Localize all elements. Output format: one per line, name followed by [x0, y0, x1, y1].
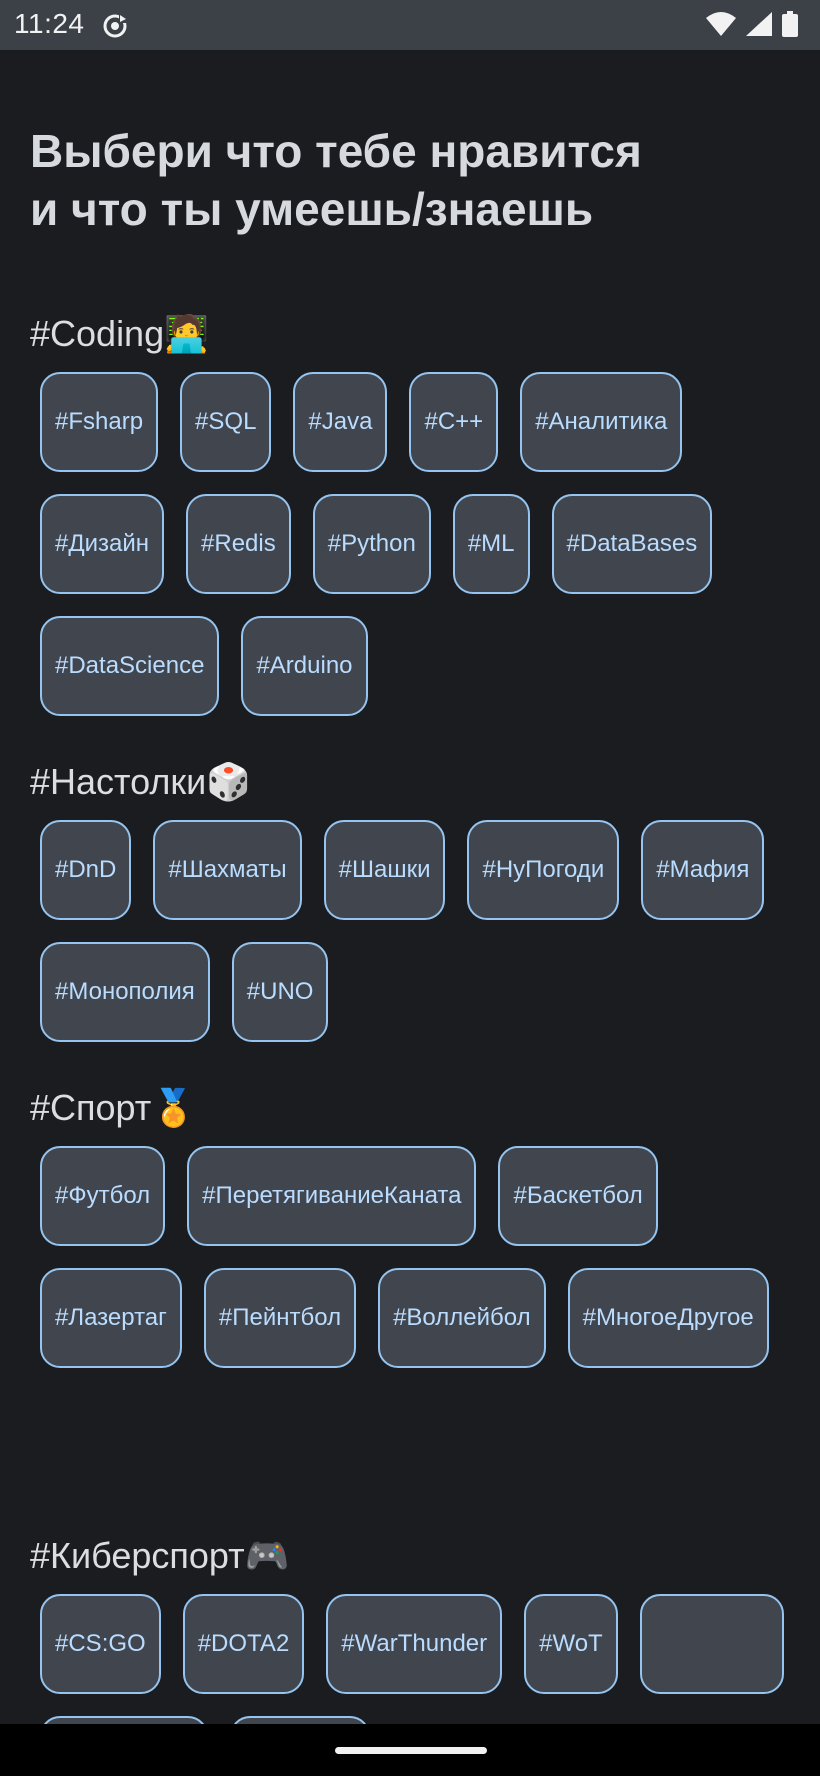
- tag-chip[interactable]: #ПеретягиваниеКаната: [187, 1146, 477, 1246]
- tag-list-board-games: #DnD #Шахматы #Шашки #НуПогоди #Мафия #М…: [40, 820, 800, 1042]
- tag-chip[interactable]: #Пейнтбол: [203, 1268, 357, 1368]
- tag-chip[interactable]: #WoT: [524, 1594, 618, 1694]
- tag-chip[interactable]: #Шашки: [323, 820, 446, 920]
- status-time: 11:24: [14, 8, 85, 39]
- tag-chip[interactable]: #Аналитика: [520, 372, 683, 472]
- navigation-bar: [0, 1724, 820, 1776]
- tag-chip[interactable]: #SQL: [180, 372, 272, 472]
- tag-chip[interactable]: #Баскетбол: [498, 1146, 658, 1246]
- tag-chip[interactable]: #Монополия: [40, 942, 210, 1042]
- tag-list-coding: #Fsharp #SQL #Java #C++ #Аналитика #Диза…: [40, 372, 800, 716]
- section-title-coding: #Coding🧑‍💻: [30, 313, 209, 354]
- status-bar: 11:24: [0, 0, 820, 50]
- tag-list-sport: #Футбол #ПеретягиваниеКаната #Баскетбол …: [40, 1146, 800, 1368]
- tag-chip[interactable]: #C++: [409, 372, 499, 472]
- tag-chip[interactable]: #Fsharp: [40, 372, 159, 472]
- section-title-esports: #Киберспорт🎮: [30, 1535, 290, 1576]
- tag-chip[interactable]: #ML: [452, 494, 530, 594]
- tag-chip-offscreen[interactable]: [40, 1716, 208, 1724]
- battery-icon: [782, 11, 798, 37]
- section-title-sport: #Спорт🏅: [30, 1087, 197, 1128]
- tag-chip[interactable]: #Python: [312, 494, 431, 594]
- tag-chip[interactable]: #DataBases: [551, 494, 713, 594]
- tag-chip-offscreen[interactable]: [639, 1594, 784, 1694]
- tag-chip[interactable]: #Воллейбол: [378, 1268, 546, 1368]
- tag-chip[interactable]: #UNO: [231, 942, 329, 1042]
- tag-chip[interactable]: #DOTA2: [182, 1594, 305, 1694]
- tag-chip[interactable]: #Лазертаг: [40, 1268, 182, 1368]
- tag-chip-offscreen[interactable]: [230, 1716, 370, 1724]
- tag-list-esports: #CS:GO #DOTA2 #WarThunder #WoT: [40, 1594, 800, 1724]
- sync-icon: [103, 14, 128, 38]
- signal-icon: [746, 12, 772, 36]
- tag-chip[interactable]: #DnD: [40, 820, 132, 920]
- tag-chip[interactable]: #Мафия: [641, 820, 765, 920]
- tag-chip[interactable]: #Arduino: [241, 616, 368, 716]
- tag-chip[interactable]: #CS:GO: [40, 1594, 161, 1694]
- tag-chip[interactable]: #DataScience: [40, 616, 220, 716]
- tag-chip[interactable]: #WarThunder: [326, 1594, 503, 1694]
- home-gesture-handle[interactable]: [335, 1747, 487, 1754]
- scroll-content[interactable]: Выбери что тебе нравится и что ты умеешь…: [0, 50, 820, 1724]
- tag-chip[interactable]: #Java: [293, 372, 388, 472]
- tag-chip[interactable]: #Шахматы: [153, 820, 302, 920]
- page-title: Выбери что тебе нравится и что ты умеешь…: [30, 125, 642, 235]
- tag-chip[interactable]: #МногоеДругое: [567, 1268, 769, 1368]
- status-icons: [706, 11, 798, 37]
- tag-chip[interactable]: #Redis: [186, 494, 291, 594]
- section-title-board-games: #Настолки🎲: [30, 761, 252, 802]
- tag-chip[interactable]: #НуПогоди: [467, 820, 620, 920]
- tag-chip[interactable]: #Дизайн: [40, 494, 165, 594]
- tag-chip[interactable]: #Футбол: [40, 1146, 166, 1246]
- wifi-icon: [706, 12, 736, 36]
